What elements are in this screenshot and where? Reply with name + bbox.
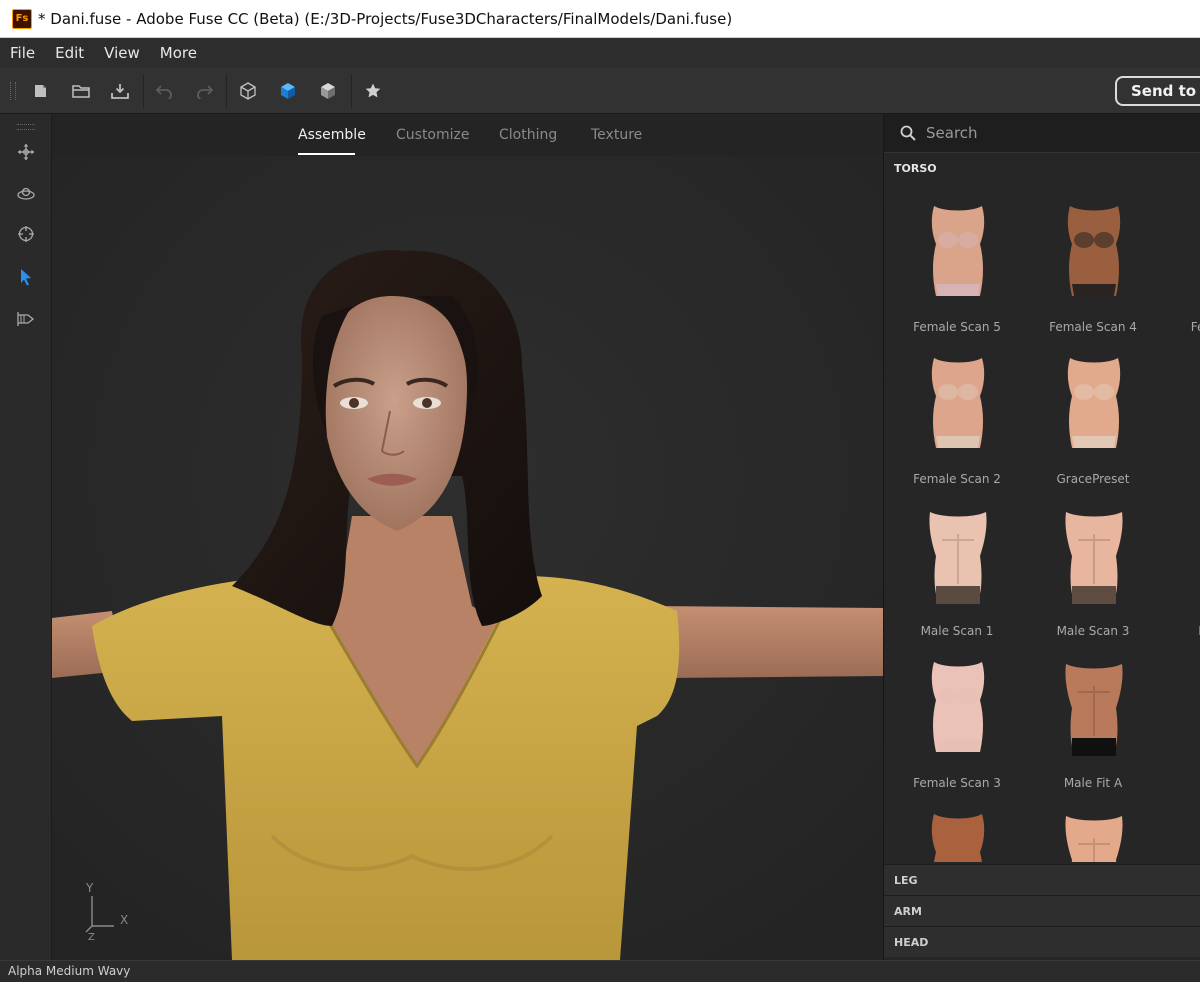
target-icon[interactable] — [14, 222, 38, 246]
section-leg-label: LEG — [894, 874, 918, 887]
open-folder-icon[interactable] — [69, 79, 93, 103]
character-render: Y X Z — [52, 156, 883, 960]
axis-x-label: X — [120, 913, 128, 927]
pose-icon[interactable] — [14, 307, 38, 331]
search-bar — [884, 114, 1200, 153]
torso-thumbnail-label: Male Scan 1 — [920, 624, 994, 638]
mode-tabs: Assemble Customize Clothing Texture — [52, 114, 883, 156]
select-arrow-icon[interactable] — [14, 265, 38, 289]
section-head[interactable]: HEAD — [884, 926, 1200, 957]
menu-edit[interactable]: Edit — [45, 44, 94, 62]
cube-shaded-icon[interactable] — [316, 79, 340, 103]
cube-wireframe-icon[interactable] — [236, 79, 260, 103]
tab-clothing[interactable]: Clothing — [499, 114, 557, 156]
left-tool-strip — [0, 114, 52, 960]
torso-thumbnail[interactable]: Female Scan 2 — [892, 344, 1022, 494]
tab-texture[interactable]: Texture — [591, 114, 642, 156]
star-icon[interactable] — [361, 79, 385, 103]
cube-solid-icon[interactable] — [276, 79, 300, 103]
torso-thumbnail[interactable] — [892, 800, 1022, 862]
3d-viewport[interactable]: Assemble Customize Clothing Texture Y X … — [52, 114, 883, 960]
torso-thumbnail-label: Female Scan — [1190, 320, 1200, 334]
save-download-icon[interactable] — [108, 79, 132, 103]
section-arm[interactable]: ARM — [884, 895, 1200, 926]
section-arm-label: ARM — [894, 905, 922, 918]
window-title: * Dani.fuse - Adobe Fuse CC (Beta) (E:/3… — [38, 9, 733, 28]
torso-thumbnail-label: Male Scan — [1164, 624, 1200, 638]
axis-z-label: Z — [88, 932, 95, 943]
torso-grid: Female Scan 5 Female Scan 4 Female Scan Fem… — [884, 192, 1200, 862]
torso-thumbnail-label: Male — [1164, 776, 1200, 790]
menu-file[interactable]: File — [0, 44, 45, 62]
status-bar: Alpha Medium Wavy — [0, 960, 1200, 982]
torso-thumbnail[interactable]: Male Scan 3 — [1028, 496, 1158, 646]
torso-thumbnail[interactable]: Female Scan 4 — [1028, 192, 1158, 342]
torso-thumbnail[interactable]: Female Scan 5 — [892, 192, 1022, 342]
search-input[interactable] — [924, 123, 1188, 143]
left-tool-grip[interactable] — [17, 124, 35, 130]
torso-thumbnail[interactable] — [1164, 344, 1200, 494]
torso-thumbnail[interactable]: Male Fit A — [1028, 648, 1158, 798]
menu-more[interactable]: More — [150, 44, 207, 62]
redo-icon[interactable] — [193, 79, 217, 103]
section-leg[interactable]: LEG — [884, 864, 1200, 895]
undo-icon[interactable] — [152, 79, 176, 103]
send-to-mixamo-button[interactable]: Send to Mixamo — [1115, 76, 1200, 106]
move-cross-icon[interactable] — [14, 140, 38, 164]
right-arm — [652, 606, 883, 678]
torso-thumbnail[interactable]: Female Scan 3 — [892, 648, 1022, 798]
torso-thumbnail-label: Female Scan 3 — [913, 776, 1001, 790]
torso-thumbnail-label: GracePreset — [1056, 472, 1130, 486]
main-toolbar: Send to Mixamo — [0, 68, 1200, 114]
fuse-app-logo-icon: Fs — [12, 8, 32, 29]
search-icon — [900, 125, 916, 141]
torso-thumbnail[interactable]: Male — [1164, 648, 1200, 798]
torso-thumbnail-label: Male Scan 3 — [1056, 624, 1130, 638]
axis-y-label: Y — [85, 881, 94, 895]
torso-thumbnail[interactable]: Female Scan — [1164, 192, 1200, 342]
menu-bar: File Edit View More — [0, 38, 1200, 68]
tab-customize[interactable]: Customize — [396, 114, 470, 156]
torso-thumbnail-label: Female Scan 2 — [913, 472, 1001, 486]
window-titlebar: Fs * Dani.fuse - Adobe Fuse CC (Beta) (E… — [0, 0, 1200, 38]
section-head-label: HEAD — [894, 936, 929, 949]
torso-thumbnail[interactable]: GracePreset — [1028, 344, 1158, 494]
torso-thumbnail-label: Female Scan 5 — [913, 320, 1001, 334]
status-text: Alpha Medium Wavy — [8, 964, 131, 978]
torso-thumbnail[interactable] — [1164, 800, 1200, 862]
section-torso-title: TORSO — [894, 162, 937, 175]
active-tab-indicator — [298, 153, 355, 155]
torso-thumbnail[interactable] — [1028, 800, 1158, 862]
orbit-icon[interactable] — [14, 182, 38, 206]
menu-view[interactable]: View — [94, 44, 150, 62]
component-library-panel: TORSO Female Scan 5Female Scan 4Female S… — [883, 114, 1200, 960]
torso-thumbnail-label: Female Scan 4 — [1049, 320, 1137, 334]
torso-thumbnail-label: Male Fit A — [1063, 776, 1123, 790]
torso-thumbnail[interactable]: Male Scan — [1164, 496, 1200, 646]
tab-assemble[interactable]: Assemble — [298, 114, 366, 156]
torso-thumbnail[interactable]: Male Scan 1 — [892, 496, 1022, 646]
toolbar-grip[interactable] — [10, 82, 16, 100]
new-file-icon[interactable] — [28, 79, 52, 103]
